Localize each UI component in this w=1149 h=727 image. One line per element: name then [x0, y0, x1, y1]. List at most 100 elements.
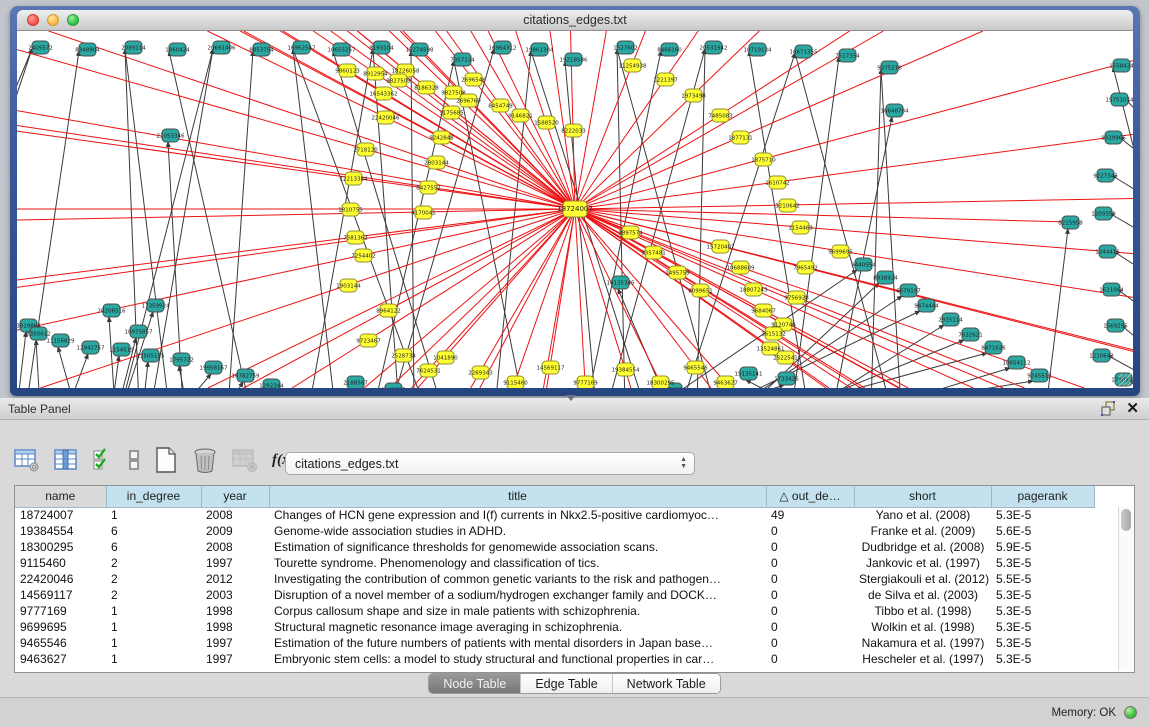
- table-mode-button[interactable]: [14, 446, 40, 474]
- table-cell[interactable]: Disruption of a novel member of a sodium…: [269, 587, 766, 603]
- table-row[interactable]: 1830029562008Estimation of significance …: [15, 539, 1094, 555]
- select-all-columns-button[interactable]: [92, 446, 114, 474]
- table-selector-dropdown[interactable]: citations_edges.txt ▲▼: [285, 452, 695, 475]
- table-cell[interactable]: Dudbridge et al. (2008): [854, 539, 991, 555]
- table-cell[interactable]: 0: [766, 635, 854, 651]
- table-cell[interactable]: 49: [766, 507, 854, 523]
- float-panel-icon[interactable]: [1101, 401, 1116, 416]
- table-cell[interactable]: 19384554: [15, 523, 106, 539]
- tab-network-table[interactable]: Network Table: [613, 674, 720, 693]
- table-cell[interactable]: Estimation of significance thresholds fo…: [269, 539, 766, 555]
- table-cell[interactable]: 18300295: [15, 539, 106, 555]
- table-cell[interactable]: 0: [766, 587, 854, 603]
- table-cell[interactable]: 0: [766, 555, 854, 571]
- table-cell[interactable]: Embryonic stem cells: a model to study s…: [269, 651, 766, 667]
- column-header-out_de[interactable]: △ out_de…: [766, 486, 854, 507]
- table-cell[interactable]: Tourette syndrome. Phenomenology and cla…: [269, 555, 766, 571]
- table-cell[interactable]: 6: [106, 539, 201, 555]
- table-row[interactable]: 946554611997Estimation of the future num…: [15, 635, 1094, 651]
- table-row[interactable]: 911546021997Tourette syndrome. Phenomeno…: [15, 555, 1094, 571]
- table-cell[interactable]: 9699695: [15, 619, 106, 635]
- table-cell[interactable]: Jankovic et al. (1997): [854, 555, 991, 571]
- table-cell[interactable]: Estimation of the future numbers of pati…: [269, 635, 766, 651]
- column-header-short[interactable]: short: [854, 486, 991, 507]
- table-cell[interactable]: 0: [766, 523, 854, 539]
- table-cell[interactable]: 2: [106, 587, 201, 603]
- node-table[interactable]: namein_degreeyeartitle△ out_de…shortpage…: [14, 485, 1135, 673]
- table-cell[interactable]: 0: [766, 539, 854, 555]
- table-cell[interactable]: 14569117: [15, 587, 106, 603]
- vertical-scrollbar[interactable]: [1118, 507, 1133, 671]
- panel-splitter-handle[interactable]: [566, 395, 576, 401]
- table-cell[interactable]: Changes of HCN gene expression and I(f) …: [269, 507, 766, 523]
- table-cell[interactable]: 5.5E-5: [991, 571, 1094, 587]
- table-cell[interactable]: 9777169: [15, 603, 106, 619]
- column-header-name[interactable]: name: [15, 486, 106, 507]
- table-cell[interactable]: 5.3E-5: [991, 619, 1094, 635]
- table-cell[interactable]: 2: [106, 571, 201, 587]
- table-cell[interactable]: Investigating the contribution of common…: [269, 571, 766, 587]
- table-cell[interactable]: 5.3E-5: [991, 651, 1094, 667]
- table-cell[interactable]: 2008: [201, 507, 269, 523]
- column-header-pagerank[interactable]: pagerank: [991, 486, 1094, 507]
- tab-edge-table[interactable]: Edge Table: [521, 674, 612, 693]
- table-row[interactable]: 946362711997Embryonic stem cells: a mode…: [15, 651, 1094, 667]
- table-cell[interactable]: 5.3E-5: [991, 507, 1094, 523]
- table-cell[interactable]: 1: [106, 507, 201, 523]
- table-cell[interactable]: 5.3E-5: [991, 603, 1094, 619]
- table-cell[interactable]: 1998: [201, 619, 269, 635]
- table-cell[interactable]: 6: [106, 523, 201, 539]
- table-cell[interactable]: 2: [106, 555, 201, 571]
- table-cell[interactable]: 2003: [201, 587, 269, 603]
- table-cell[interactable]: 1: [106, 635, 201, 651]
- network-canvas[interactable]: 2405572834890420891141860424206914068853…: [17, 31, 1133, 388]
- table-row[interactable]: 1456911722003Disruption of a novel membe…: [15, 587, 1094, 603]
- delete-column-button[interactable]: [192, 446, 218, 474]
- column-header-title[interactable]: title: [269, 486, 766, 507]
- table-cell[interactable]: Genome-wide association studies in ADHD.: [269, 523, 766, 539]
- table-cell[interactable]: Tibbo et al. (1998): [854, 603, 991, 619]
- table-cell[interactable]: 1997: [201, 651, 269, 667]
- table-cell[interactable]: 2009: [201, 523, 269, 539]
- table-cell[interactable]: 9465546: [15, 635, 106, 651]
- table-cell[interactable]: Stergiakouli et al. (2012): [854, 571, 991, 587]
- table-row[interactable]: 1938455462009Genome-wide association stu…: [15, 523, 1094, 539]
- table-cell[interactable]: Hescheler et al. (1997): [854, 651, 991, 667]
- table-cell[interactable]: 5.9E-5: [991, 539, 1094, 555]
- table-cell[interactable]: 9115460: [15, 555, 106, 571]
- memory-ok-indicator[interactable]: [1124, 706, 1137, 719]
- table-cell[interactable]: 5.6E-5: [991, 523, 1094, 539]
- table-row[interactable]: 1872400712008Changes of HCN gene express…: [15, 507, 1094, 523]
- table-row[interactable]: 977716911998Corpus callosum shape and si…: [15, 603, 1094, 619]
- table-row[interactable]: 969969511998Structural magnetic resonanc…: [15, 619, 1094, 635]
- table-cell[interactable]: 0: [766, 651, 854, 667]
- table-cell[interactable]: Corpus callosum shape and size in male p…: [269, 603, 766, 619]
- table-cell[interactable]: Structural magnetic resonance image aver…: [269, 619, 766, 635]
- table-cell[interactable]: 5.3E-5: [991, 587, 1094, 603]
- table-cell[interactable]: 1: [106, 651, 201, 667]
- table-cell[interactable]: 1: [106, 619, 201, 635]
- show-column-button[interactable]: [54, 446, 78, 474]
- table-cell[interactable]: Yano et al. (2008): [854, 507, 991, 523]
- scrollbar-thumb[interactable]: [1121, 509, 1131, 531]
- window-titlebar[interactable]: citations_edges.txt: [17, 10, 1133, 31]
- new-column-button[interactable]: [154, 446, 178, 474]
- column-header-in_degree[interactable]: in_degree: [106, 486, 201, 507]
- table-cell[interactable]: 2008: [201, 539, 269, 555]
- table-cell[interactable]: 9463627: [15, 651, 106, 667]
- row-pair-button[interactable]: [128, 446, 140, 474]
- table-cell[interactable]: 1997: [201, 555, 269, 571]
- table-row[interactable]: 2242004622012Investigating the contribut…: [15, 571, 1094, 587]
- table-cell[interactable]: Franke et al. (2009): [854, 523, 991, 539]
- resize-grip[interactable]: [1119, 374, 1131, 386]
- table-cell[interactable]: 5.3E-5: [991, 555, 1094, 571]
- table-cell[interactable]: 2012: [201, 571, 269, 587]
- table-cell[interactable]: 18724007: [15, 507, 106, 523]
- table-cell[interactable]: 0: [766, 571, 854, 587]
- tab-node-table[interactable]: Node Table: [429, 674, 521, 693]
- table-cell[interactable]: 5.3E-5: [991, 635, 1094, 651]
- table-cell[interactable]: Wolkin et al. (1998): [854, 619, 991, 635]
- table-cell[interactable]: 22420046: [15, 571, 106, 587]
- table-cell[interactable]: 0: [766, 603, 854, 619]
- table-cell[interactable]: 0: [766, 619, 854, 635]
